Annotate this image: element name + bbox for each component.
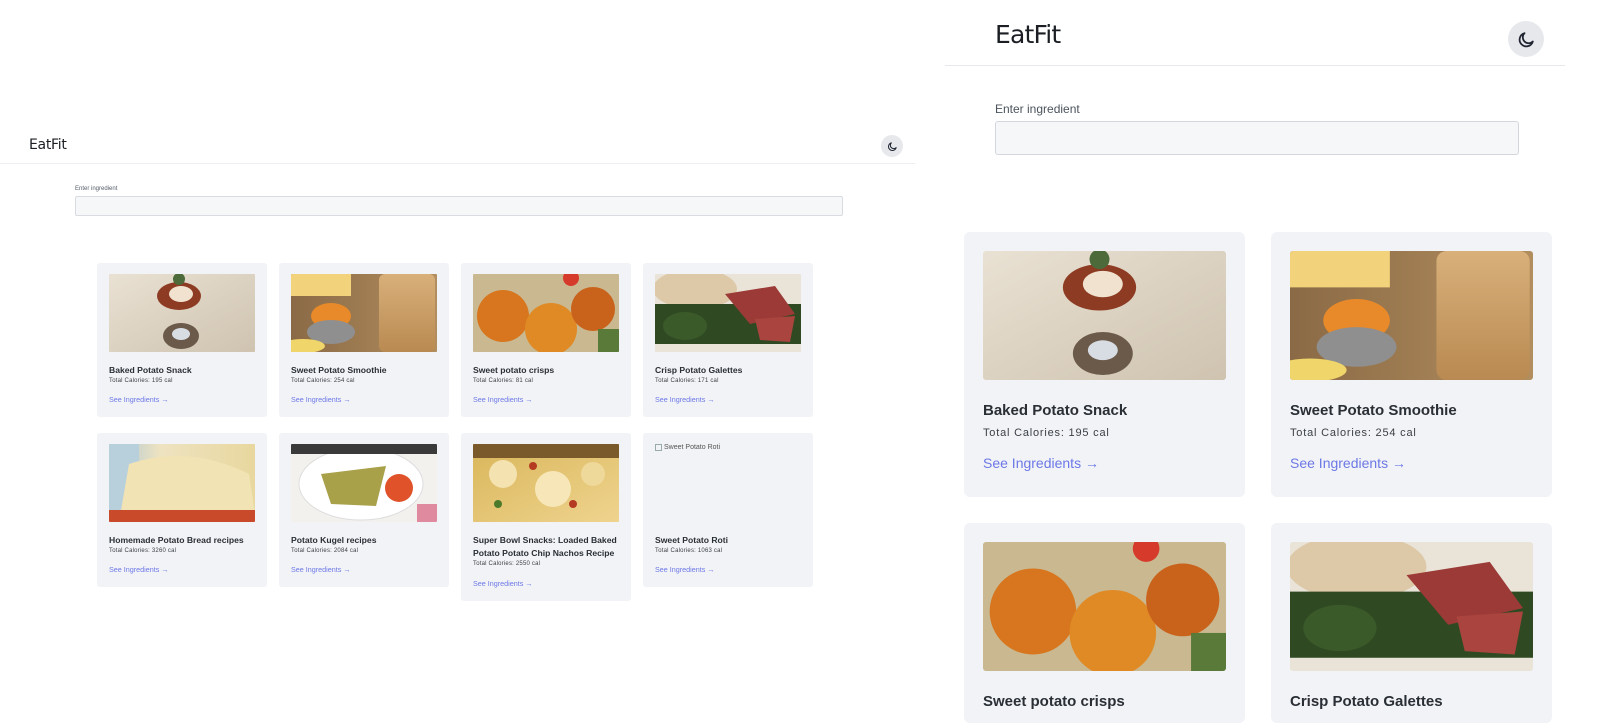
link-label: See Ingredients [291, 395, 342, 404]
recipe-title: Homemade Potato Bread recipes [109, 535, 244, 545]
link-label: See Ingredients [473, 579, 524, 588]
app-logo[interactable]: EatFit [995, 20, 1061, 49]
theme-toggle-button[interactable] [1508, 21, 1544, 57]
arrow-right-icon: → [525, 579, 533, 588]
link-label: See Ingredients [983, 455, 1082, 471]
smoothie-photo [1290, 251, 1533, 380]
recipe-card: Sweet potato crisps [964, 523, 1245, 723]
recipe-calories: Total Calories: 1063 cal [655, 548, 723, 554]
link-label: See Ingredients [1290, 455, 1389, 471]
recipe-calories: Total Calories: 171 cal [655, 378, 719, 384]
see-ingredients-link[interactable]: See Ingredients → [473, 579, 533, 588]
crisps-photo [473, 274, 619, 352]
navbar: EatFit [945, 0, 1565, 66]
recipe-card: Homemade Potato Bread recipes Total Calo… [97, 433, 267, 587]
see-ingredients-link[interactable]: See Ingredients → [1290, 455, 1406, 471]
galettes-photo [1290, 542, 1533, 671]
recipe-title: Baked Potato Snack [109, 365, 192, 375]
bread-photo [109, 444, 255, 522]
recipe-card: Sweet Potato Roti Sweet Potato Roti Tota… [643, 433, 813, 587]
recipe-title: Baked Potato Snack [983, 402, 1128, 419]
galettes-photo [655, 274, 801, 352]
arrow-right-icon: → [1084, 455, 1099, 471]
ingredient-label: Enter ingredient [995, 102, 1080, 116]
recipe-calories: Total Calories: 195 cal [109, 378, 173, 384]
ingredient-input[interactable] [75, 196, 843, 216]
link-label: See Ingredients [473, 395, 524, 404]
recipe-card: Sweet Potato Smoothie Total Calories: 25… [1271, 232, 1552, 497]
recipe-calories: Total Calories: 2084 cal [291, 548, 359, 554]
recipe-title: Sweet potato crisps [473, 365, 555, 375]
theme-toggle-button[interactable] [881, 135, 903, 157]
recipe-title: Super Bowl Snacks: Loaded Baked Potato P… [473, 535, 617, 558]
recipe-card: Potato Kugel recipes Total Calories: 208… [279, 433, 449, 587]
recipe-title: Crisp Potato Galettes [1290, 693, 1443, 710]
arrow-right-icon: → [707, 565, 715, 574]
arrow-right-icon: → [707, 395, 715, 404]
see-ingredients-link[interactable]: See Ingredients → [655, 395, 715, 404]
recipe-calories: Total Calories: 254 cal [1290, 427, 1417, 439]
see-ingredients-link[interactable]: See Ingredients → [291, 395, 351, 404]
baked-potato-photo [983, 251, 1226, 380]
nachos-photo [473, 444, 619, 522]
recipe-title: Sweet potato crisps [983, 693, 1125, 710]
link-label: See Ingredients [109, 395, 160, 404]
smoothie-photo [291, 274, 437, 352]
recipe-calories: Total Calories: 81 cal [473, 378, 534, 384]
see-ingredients-link[interactable]: See Ingredients → [109, 565, 169, 574]
arrow-right-icon: → [161, 565, 169, 574]
ingredient-input[interactable] [995, 121, 1519, 155]
link-label: See Ingredients [109, 565, 160, 574]
baked-potato-photo [109, 274, 255, 352]
link-label: See Ingredients [655, 565, 706, 574]
image-alt-text: Sweet Potato Roti [664, 444, 721, 451]
link-label: See Ingredients [291, 565, 342, 574]
arrow-right-icon: → [525, 395, 533, 404]
recipe-calories: Total Calories: 3260 cal [109, 548, 177, 554]
arrow-right-icon: → [343, 565, 351, 574]
recipe-card: Sweet Potato Smoothie Total Calories: 25… [279, 263, 449, 417]
kugel-photo [291, 444, 437, 522]
see-ingredients-link[interactable]: See Ingredients → [473, 395, 533, 404]
see-ingredients-link[interactable]: See Ingredients → [983, 455, 1099, 471]
recipe-title: Sweet Potato Roti [655, 535, 729, 545]
recipe-card: Baked Potato Snack Total Calories: 195 c… [97, 263, 267, 417]
recipe-card: Super Bowl Snacks: Loaded Baked Potato P… [461, 433, 631, 601]
recipe-card: Sweet potato crisps Total Calories: 81 c… [461, 263, 631, 417]
broken-image-icon [655, 444, 662, 451]
crisps-photo [983, 542, 1226, 671]
recipe-card: Baked Potato Snack Total Calories: 195 c… [964, 232, 1245, 497]
link-label: See Ingredients [655, 395, 706, 404]
arrow-right-icon: → [161, 395, 169, 404]
see-ingredients-link[interactable]: See Ingredients → [291, 565, 351, 574]
recipe-card: Crisp Potato Galettes [1271, 523, 1552, 723]
recipe-card: Crisp Potato Galettes Total Calories: 17… [643, 263, 813, 417]
recipe-title: Potato Kugel recipes [291, 535, 377, 545]
app-logo[interactable]: EatFit [29, 137, 67, 153]
see-ingredients-link[interactable]: See Ingredients → [109, 395, 169, 404]
recipe-title: Sweet Potato Smoothie [291, 365, 387, 375]
see-ingredients-link[interactable]: See Ingredients → [655, 565, 715, 574]
recipe-title: Sweet Potato Smoothie [1290, 402, 1457, 419]
ingredient-label: Enter ingredient [75, 186, 118, 192]
arrow-right-icon: → [343, 395, 351, 404]
broken-image: Sweet Potato Roti [655, 444, 720, 451]
moon-icon [1517, 30, 1536, 49]
recipe-calories: Total Calories: 254 cal [291, 378, 355, 384]
desktop-view: EatFit Enter ingredient Baked Potato Sna… [0, 0, 915, 728]
navbar: EatFit [0, 128, 915, 164]
recipe-calories: Total Calories: 2550 cal [473, 561, 541, 567]
mobile-view: EatFit Enter ingredient Baked Potato Sna… [945, 0, 1565, 728]
recipe-calories: Total Calories: 195 cal [983, 427, 1110, 439]
arrow-right-icon: → [1391, 455, 1406, 471]
recipe-title: Crisp Potato Galettes [655, 365, 743, 375]
moon-icon [887, 141, 898, 152]
